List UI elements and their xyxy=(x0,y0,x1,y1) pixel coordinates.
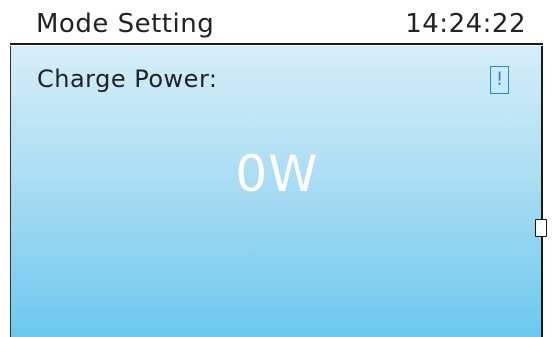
scrollbar-track[interactable] xyxy=(541,46,543,337)
page-title: Mode Setting xyxy=(36,9,215,39)
charge-power-label: Charge Power: xyxy=(37,65,218,93)
charge-power-value[interactable]: 0W xyxy=(11,142,543,206)
header-divider xyxy=(10,43,543,45)
scrollbar-thumb[interactable] xyxy=(535,219,547,237)
clock-time: 14:24:22 xyxy=(405,9,526,39)
alert-button[interactable]: ! xyxy=(490,66,509,94)
header-bar: Mode Setting 14:24:22 xyxy=(0,0,552,44)
exclamation-icon: ! xyxy=(495,68,504,90)
mode-setting-panel: Charge Power: ! 0W xyxy=(10,46,547,337)
